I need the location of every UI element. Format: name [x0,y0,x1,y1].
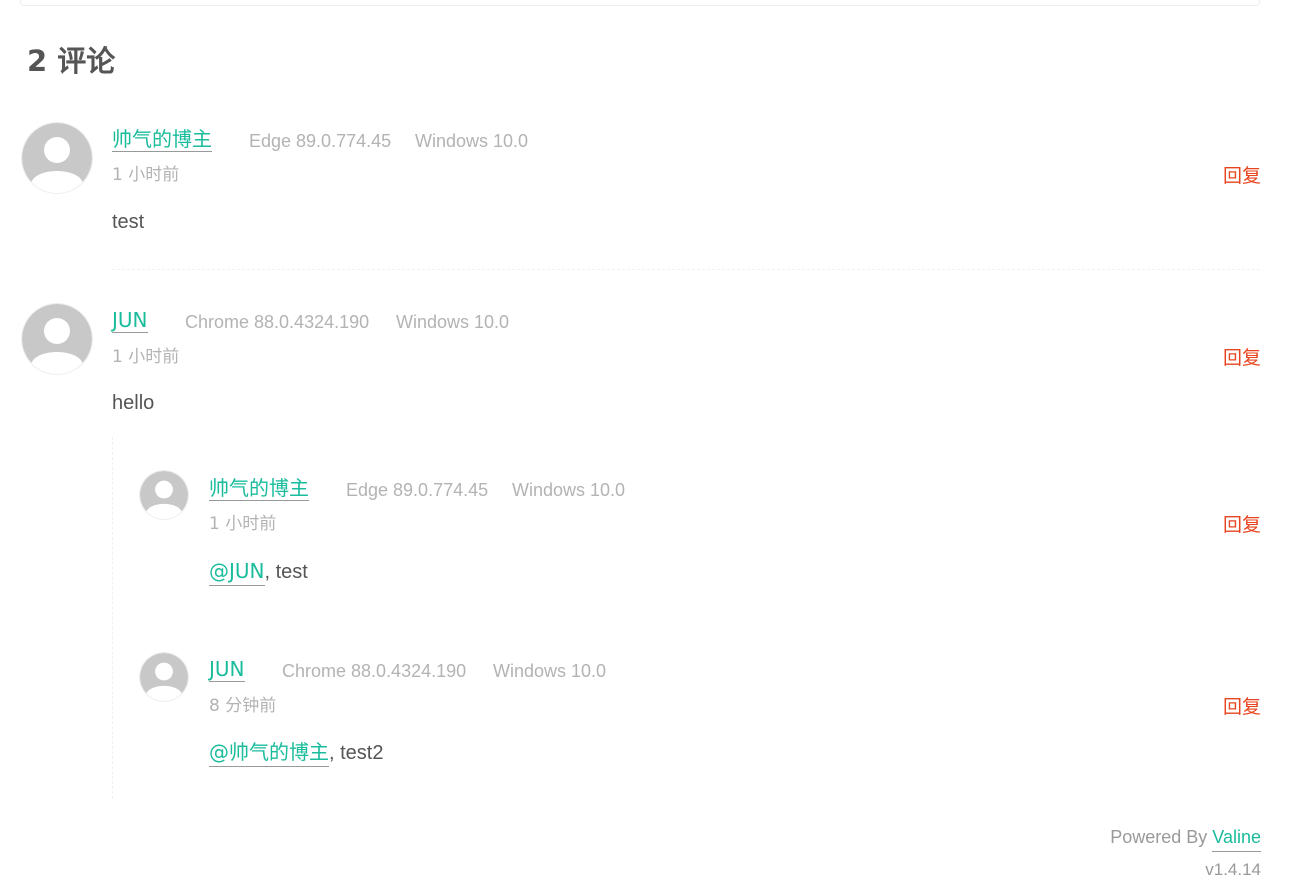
default-avatar-icon [140,471,188,519]
reply-nick-link[interactable]: JUN [209,658,245,682]
version-label: v1.4.14 [1205,860,1261,879]
comments-count-title: 2 评论 [27,44,116,78]
reply-time: 8 分钟前 [209,696,277,716]
reply-button[interactable]: 回复 [1223,696,1261,718]
comment-nick-link[interactable]: 帅气的博主 [112,128,212,152]
mention-link[interactable]: @帅气的博主 [209,740,329,767]
reply-button[interactable]: 回复 [1223,514,1261,536]
reply-button[interactable]: 回复 [1223,347,1261,369]
reply-content: @帅气的博主, test2 [209,740,384,767]
comment-content: test [112,211,145,233]
default-avatar-icon [140,653,188,701]
reply-nick-link[interactable]: 帅气的博主 [209,477,309,501]
powered-by-label: Powered By [1110,827,1208,847]
comment-nick-link[interactable]: JUN [112,309,148,333]
reply-content: @JUN, test [209,559,308,586]
comment-editor-box-edge [20,0,1260,6]
reply-text: , test2 [329,742,384,764]
valine-link[interactable]: Valine [1212,827,1261,852]
powered-by: Powered By Valine [1110,826,1261,852]
comment-divider [112,269,1260,270]
reply-time: 1 小时前 [209,514,277,534]
replies-quote-line [112,437,113,799]
comment-browser: Edge 89.0.774.45 [249,131,392,151]
default-avatar-icon [22,123,92,193]
reply-os: Windows 10.0 [512,480,626,500]
default-avatar-icon [22,304,92,374]
comment-time: 1 小时前 [112,347,180,367]
reply-os: Windows 10.0 [493,661,607,681]
mention-link[interactable]: @JUN [209,559,265,586]
comment-os: Windows 10.0 [415,131,529,151]
comment-content: hello [112,392,155,414]
reply-browser: Chrome 88.0.4324.190 [282,661,467,681]
reply-text: , test [264,561,308,583]
comment-os: Windows 10.0 [396,312,510,332]
reply-browser: Edge 89.0.774.45 [346,480,489,500]
comment-browser: Chrome 88.0.4324.190 [185,312,370,332]
reply-button[interactable]: 回复 [1223,165,1261,187]
comment-time: 1 小时前 [112,165,180,185]
